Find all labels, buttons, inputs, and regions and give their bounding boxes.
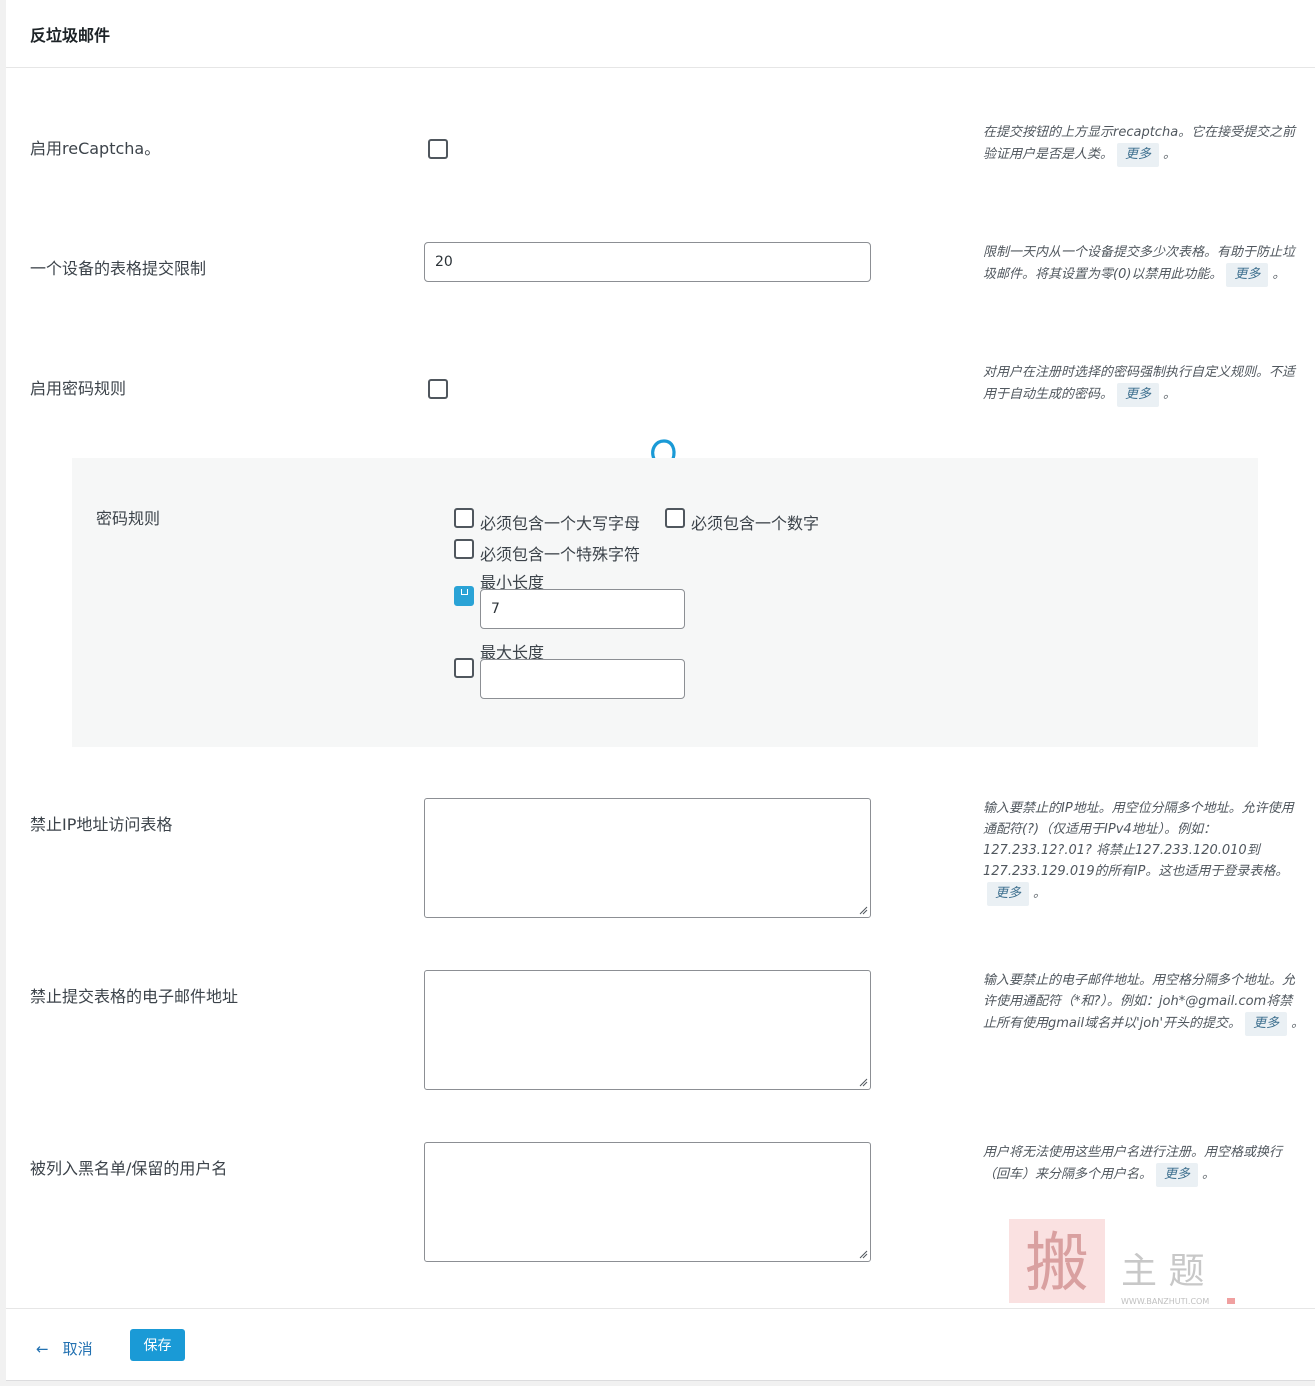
min-length-input[interactable]: 7 [480, 589, 685, 629]
password-rules-section: 密码规则 必须包含一个大写字母 必须包含一个数字 必须包含一个特殊字符 最小长度… [72, 458, 1258, 747]
cancel-button[interactable]: ← 取消 [36, 1338, 93, 1359]
uppercase-rule-label: 必须包含一个大写字母 [480, 514, 641, 533]
submit-limit-more-link[interactable]: 更多 [1226, 263, 1269, 287]
password-rules-label: 密码规则 [96, 509, 161, 528]
uppercase-rule-checkbox[interactable] [454, 508, 474, 528]
number-rule-checkbox[interactable] [665, 508, 685, 528]
banned-ips-help: 输入要禁止的IP地址。用空位分隔多个地址。允许使用通配符(?)（仅适用于IPv4… [983, 798, 1305, 906]
watermark-char: 搬 [1025, 1227, 1089, 1301]
min-length-checkbox[interactable] [454, 586, 474, 606]
watermark-text: 主 题 [1121, 1251, 1204, 1292]
resize-handle-icon[interactable] [858, 1249, 868, 1259]
blacklisted-usernames-label: 被列入黑名单/保留的用户名 [30, 1159, 228, 1178]
submit-limit-label: 一个设备的表格提交限制 [30, 259, 207, 278]
banned-ips-label: 禁止IP地址访问表格 [30, 815, 173, 834]
resize-handle-icon[interactable] [858, 905, 868, 915]
password-rules-more-link[interactable]: 更多 [1117, 383, 1160, 407]
password-rules-help: 对用户在注册时选择的密码强制执行自定义规则。不适用于自动生成的密码。 更多。 [983, 362, 1305, 407]
banned-emails-more-link[interactable]: 更多 [1245, 1012, 1288, 1036]
submit-limit-help: 限制一天内从一个设备提交多少次表格。有助于防止垃圾邮件。将其设置为零(0)以禁用… [983, 242, 1305, 287]
settings-panel: 反垃圾邮件 启用reCaptcha。 在提交按钮的上方显示recaptcha。它… [6, 0, 1315, 1381]
page-title: 反垃圾邮件 [30, 26, 111, 45]
max-length-checkbox[interactable] [454, 658, 474, 678]
panel-header: 反垃圾邮件 [6, 0, 1315, 68]
recaptcha-help: 在提交按钮的上方显示recaptcha。它在接受提交之前验证用户是否是人类。 更多… [983, 122, 1305, 167]
blacklisted-usernames-help: 用户将无法使用这些用户名进行注册。用空格或换行（回车）来分隔多个用户名。 更多。 [983, 1142, 1305, 1187]
banned-emails-textarea[interactable] [424, 970, 871, 1090]
special-char-rule-checkbox[interactable] [454, 539, 474, 559]
submit-limit-input[interactable]: 20 [424, 242, 871, 282]
blacklisted-usernames-more-link[interactable]: 更多 [1156, 1163, 1199, 1187]
banned-emails-label: 禁止提交表格的电子邮件地址 [30, 987, 239, 1006]
recaptcha-more-link[interactable]: 更多 [1117, 143, 1160, 167]
form-footer: ← 取消 保存 [6, 1308, 1315, 1381]
password-rules-toggle-checkbox[interactable] [428, 379, 448, 399]
recaptcha-label: 启用reCaptcha。 [30, 139, 161, 158]
password-rules-toggle-label: 启用密码规则 [30, 379, 127, 398]
banned-emails-help: 输入要禁止的电子邮件地址。用空格分隔多个地址。允许使用通配符（*和?）。例如：j… [983, 970, 1305, 1036]
max-length-input[interactable] [480, 659, 685, 699]
back-arrow-icon: ← [36, 1340, 49, 1358]
save-button[interactable]: 保存 [130, 1329, 185, 1361]
recaptcha-checkbox[interactable] [428, 139, 448, 159]
special-char-rule-label: 必须包含一个特殊字符 [480, 545, 641, 564]
watermark-logo: 搬 主 题 WWW.BANZHUTI.COM [1009, 1219, 1235, 1306]
blacklisted-usernames-textarea[interactable] [424, 1142, 871, 1262]
banned-ips-textarea[interactable] [424, 798, 871, 918]
number-rule-label: 必须包含一个数字 [691, 514, 820, 533]
watermark-url: WWW.BANZHUTI.COM [1121, 1297, 1209, 1306]
resize-handle-icon[interactable] [858, 1077, 868, 1087]
banned-ips-more-link[interactable]: 更多 [987, 882, 1030, 906]
